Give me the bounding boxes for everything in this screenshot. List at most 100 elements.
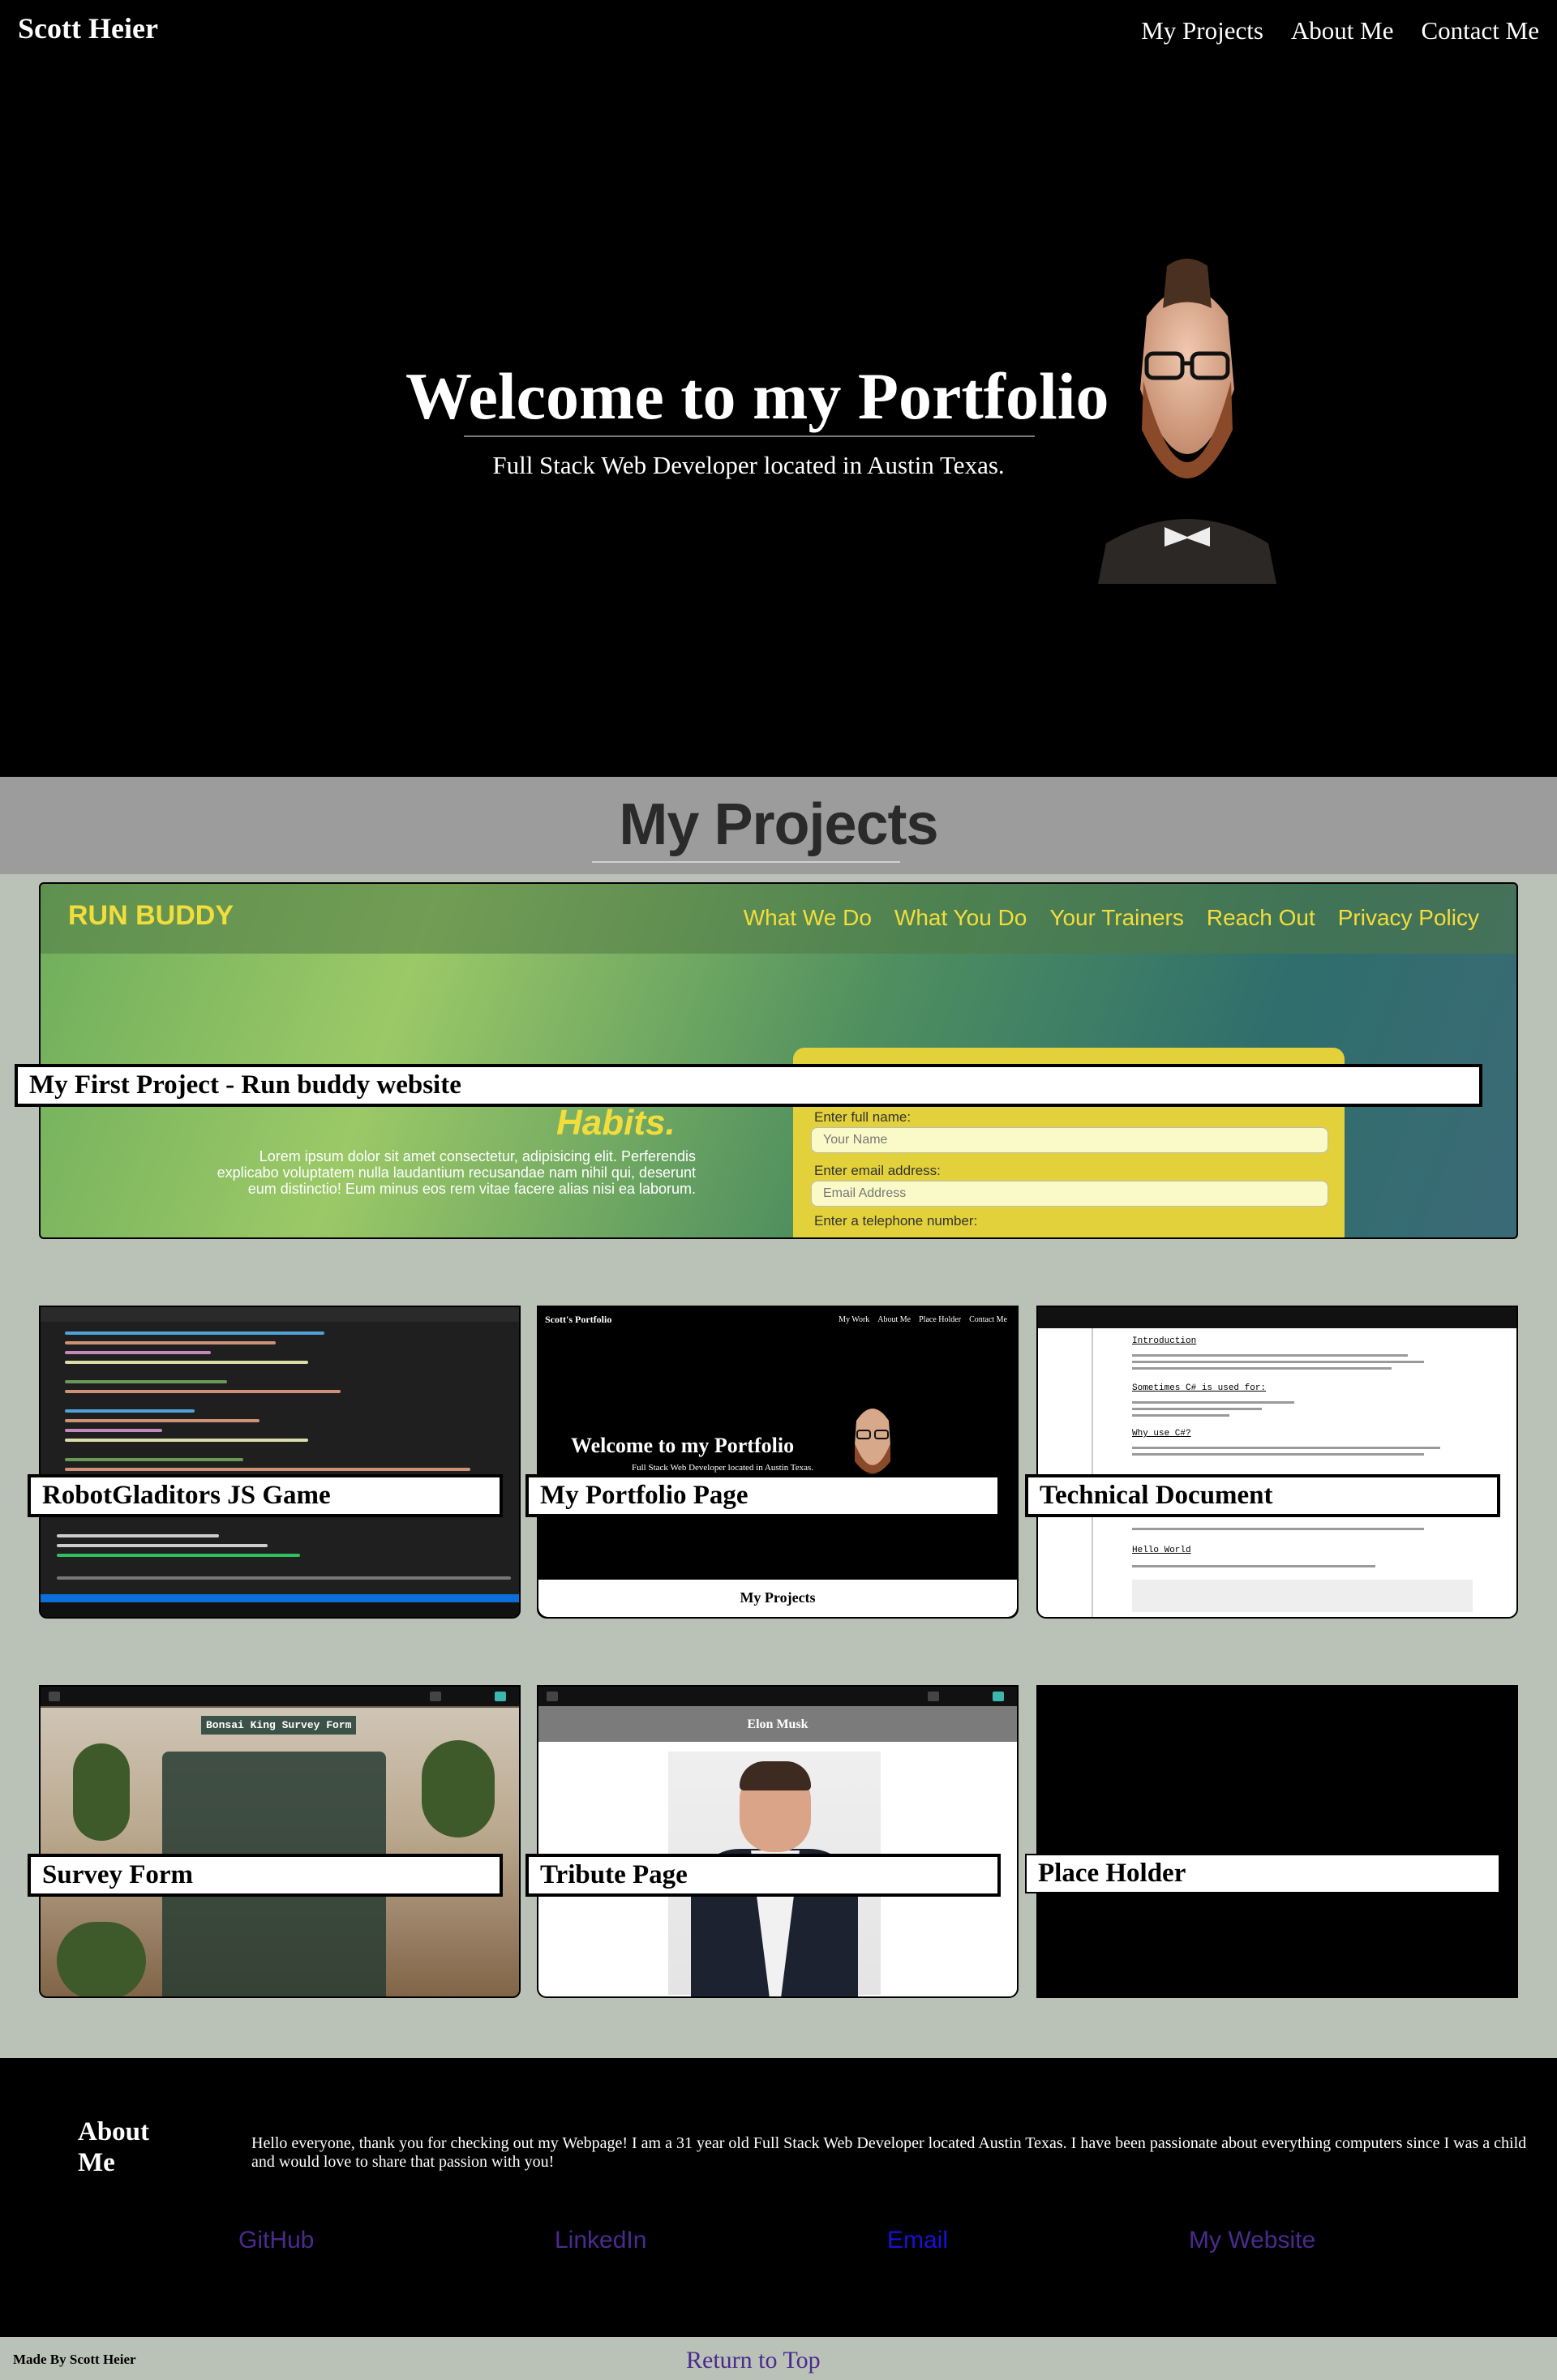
doc-text-line [1132, 1354, 1408, 1357]
terminal-line [57, 1544, 268, 1547]
thumb-nav-item: Place Holder [919, 1315, 962, 1324]
return-to-top-link[interactable]: Return to Top [686, 2347, 821, 2374]
run-buddy-nav-item: Your Trainers [1049, 905, 1184, 930]
site-brand[interactable]: Scott Heier [18, 11, 158, 45]
thumb-survey-title: Bonsai King Survey Form [201, 1716, 357, 1735]
run-buddy-nav-item: Reach Out [1206, 905, 1315, 930]
project-card-placeholder[interactable] [1036, 1685, 1518, 1998]
project-card-portfolio[interactable]: Scott's Portfolio My Work About Me Place… [537, 1306, 1019, 1619]
project-card-technical-document[interactable]: Introduction Sometimes C# is used for: W… [1036, 1306, 1518, 1619]
project-label-tribute-page[interactable]: Tribute Page [525, 1854, 1001, 1897]
hero-subtitle: Full Stack Web Developer located in Aust… [492, 451, 1005, 479]
thumb-nav-item: About Me [877, 1315, 911, 1324]
profile-photo [1098, 259, 1276, 584]
doc-heading: Introduction [1132, 1336, 1197, 1346]
thumb-brand: Scott's Portfolio [545, 1314, 612, 1325]
thumb-projects-bar: My Projects [538, 1580, 1017, 1617]
doc-text-line [1132, 1447, 1440, 1449]
bonsai-image [422, 1740, 495, 1838]
thumb-subtitle: Full Stack Web Developer located in Aust… [632, 1463, 814, 1473]
run-buddy-nav: What We Do What You Do Your Trainers Rea… [744, 905, 1479, 931]
about-text: Hello everyone, thank you for checking o… [251, 2134, 1527, 2171]
run-buddy-lorem: Lorem ipsum dolor sit amet consectetur, … [217, 1148, 696, 1197]
project-card-run-buddy[interactable]: RUN BUDDY What We Do What You Do Your Tr… [39, 882, 1518, 1239]
tribute-photo-hair [740, 1761, 811, 1790]
code-line [65, 1419, 260, 1422]
doc-heading: Hello World [1132, 1546, 1191, 1555]
projects-header: My Projects [0, 777, 1557, 874]
site-header: Scott Heier My Projects About Me Contact… [0, 0, 1557, 65]
doc-code-block [1132, 1580, 1473, 1612]
code-line [65, 1341, 276, 1344]
thumb-window-bar [538, 1687, 1017, 1706]
link-email[interactable]: Email [887, 2227, 948, 2254]
nav-about-me[interactable]: About Me [1291, 16, 1394, 45]
nav-my-projects[interactable]: My Projects [1141, 16, 1263, 45]
code-line [65, 1351, 211, 1354]
project-label-run-buddy[interactable]: My First Project - Run buddy website [15, 1064, 1482, 1107]
project-label-placeholder[interactable]: Place Holder [1025, 1854, 1500, 1893]
project-card-survey-form[interactable]: Bonsai King Survey Form [39, 1685, 521, 1998]
thumb-tribute-title: Elon Musk [538, 1706, 1017, 1742]
link-linkedin[interactable]: LinkedIn [555, 2227, 646, 2254]
code-line [65, 1409, 195, 1413]
run-buddy-headline: Habits. [556, 1103, 676, 1143]
doc-heading: Sometimes C# is used for: [1132, 1383, 1267, 1393]
doc-text-line [1132, 1414, 1229, 1417]
terminal-line [57, 1554, 300, 1557]
about-section: About Me Hello everyone, thank you for c… [0, 2058, 1557, 2337]
code-line [65, 1439, 308, 1442]
form-label: Enter full name: [814, 1109, 911, 1125]
terminal-line [57, 1576, 511, 1580]
code-line [65, 1468, 470, 1471]
thumb-nav-item: Contact Me [969, 1315, 1007, 1324]
thumb-window-bar [1038, 1307, 1516, 1328]
site-footer: Made By Scott Heier Return to Top [0, 2337, 1557, 2380]
form-input-email: Email Address [811, 1181, 1328, 1207]
thumb-profile-photo [850, 1409, 895, 1486]
hero-section: Welcome to my Portfolio Full Stack Web D… [0, 0, 1557, 777]
nav-contact-me[interactable]: Contact Me [1422, 16, 1540, 45]
bonsai-image [57, 1922, 146, 1996]
hero-title: Welcome to my Portfolio [405, 359, 1109, 433]
link-my-website[interactable]: My Website [1189, 2227, 1315, 2254]
link-github[interactable]: GitHub [238, 2227, 314, 2254]
run-buddy-nav-item: What You Do [894, 905, 1027, 930]
project-label-portfolio[interactable]: My Portfolio Page [525, 1474, 1001, 1517]
doc-text-line [1132, 1367, 1392, 1370]
project-card-tribute-page[interactable]: Elon Musk [537, 1685, 1019, 1998]
thumb-title: Welcome to my Portfolio [571, 1434, 795, 1457]
doc-text-line [1132, 1408, 1262, 1410]
code-line [65, 1361, 308, 1364]
terminal-line [57, 1534, 219, 1537]
code-line [65, 1458, 243, 1461]
project-card-robot-gladiators[interactable] [39, 1306, 521, 1619]
doc-text-line [1132, 1361, 1424, 1363]
thumb-doc-sidebar [1038, 1328, 1093, 1617]
made-by-text: Made By Scott Heier [13, 2352, 136, 2367]
doc-heading: Why use C#? [1132, 1429, 1191, 1439]
form-label: Enter a telephone number: [814, 1213, 978, 1229]
editor-tabs [41, 1307, 519, 1322]
form-input-name: Your Name [811, 1127, 1328, 1153]
doc-text-line [1132, 1401, 1294, 1404]
main-nav: My Projects About Me Contact Me [1141, 16, 1539, 45]
doc-text-line [1132, 1453, 1424, 1456]
thumb-nav-item: My Work [839, 1315, 870, 1324]
about-heading: About Me [78, 2117, 150, 2177]
project-label-robot-gladiators[interactable]: RobotGladitors JS Game [28, 1474, 503, 1517]
bonsai-image [73, 1743, 130, 1841]
editor-status-bar [41, 1594, 519, 1602]
projects-divider [592, 861, 900, 863]
doc-text-line [1132, 1565, 1375, 1567]
doc-text-line [1132, 1528, 1424, 1530]
run-buddy-nav-item: Privacy Policy [1337, 905, 1479, 930]
code-line [65, 1380, 227, 1383]
project-label-survey-form[interactable]: Survey Form [28, 1854, 503, 1897]
code-line [65, 1332, 324, 1335]
code-line [65, 1429, 162, 1432]
projects-title: My Projects [619, 792, 938, 857]
project-label-technical-document[interactable]: Technical Document [1025, 1474, 1500, 1517]
thumb-projects-label: My Projects [740, 1589, 816, 1606]
run-buddy-nav-item: What We Do [743, 905, 872, 930]
